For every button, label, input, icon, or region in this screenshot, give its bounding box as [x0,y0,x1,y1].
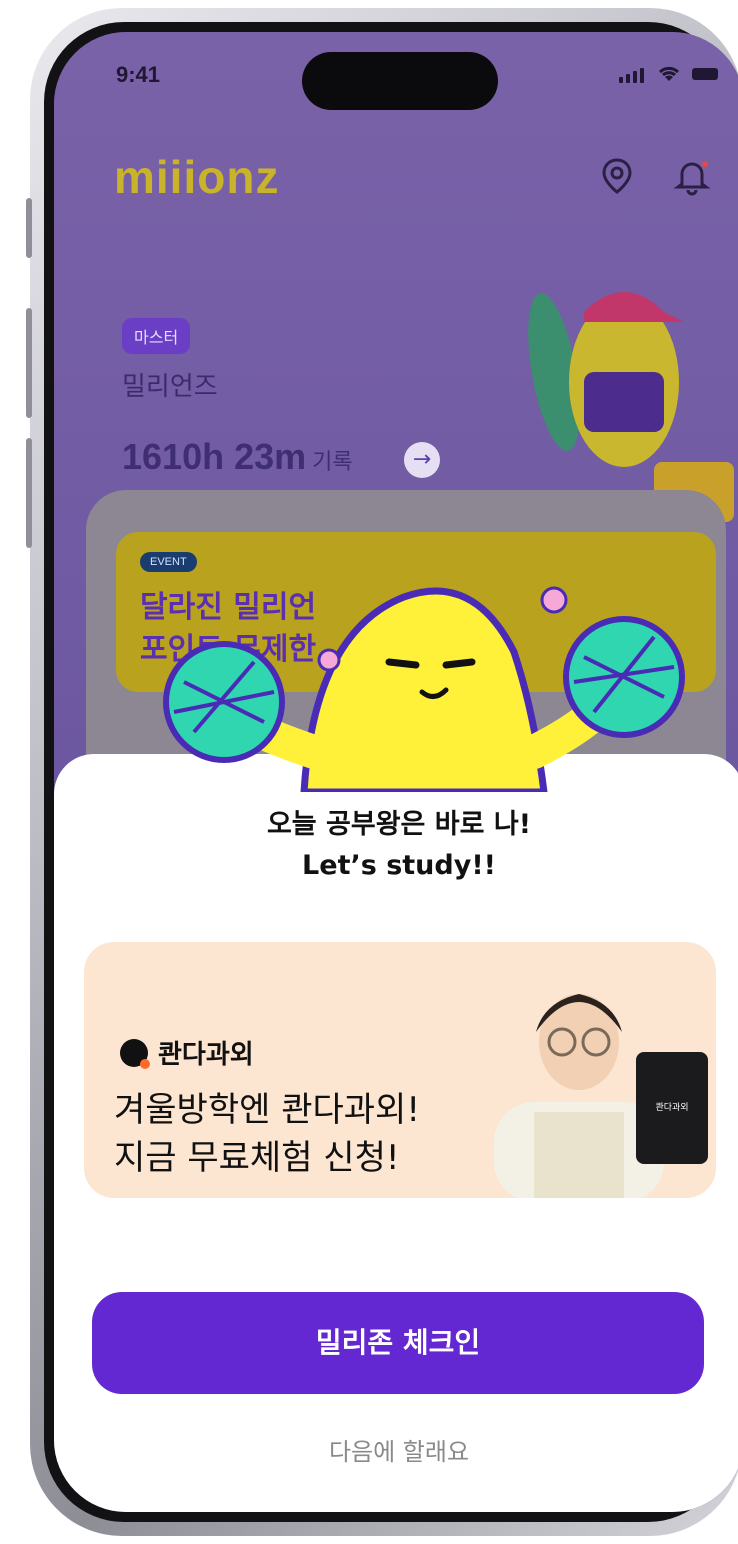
skater-mascot-illustration [528,292,734,522]
later-link[interactable]: 다음에 할래요 [54,1432,738,1467]
app-logo[interactable]: miiionz [114,150,279,204]
location-pin-icon[interactable] [597,156,637,196]
tablet-label: 콴다과외 [655,1101,688,1113]
ad-brand-name: 콴다과외 [158,1040,254,1070]
user-name: 밀리언즈 [122,372,218,402]
checkin-button[interactable]: 밀리존 체크인 [92,1292,704,1394]
rank-badge: 마스터 [122,318,191,354]
study-hours: 1610h 23m 기록 [122,436,353,478]
volume-down-button [26,438,32,548]
battery-icon [692,68,718,80]
right-pompom [563,616,685,738]
ad-banner[interactable]: 콴다과외 겨울방학엔 콴다과외! 지금 무료체험 신청! 콴다과외 [84,942,716,1198]
ad-headline-line2: 지금 무료체험 신청! [114,1138,400,1178]
popup-title-line1: 오늘 공부왕은 바로 나! [266,809,532,840]
signal-icon [619,68,644,83]
volume-up-button [26,308,32,418]
wifi-icon [658,66,680,81]
mute-switch [26,198,32,258]
popup-title-line2: Let’s study!! [302,850,496,881]
status-bar: 9:41 [54,32,738,122]
ad-headline-line1: 겨울방학엔 콴다과외! [114,1090,420,1130]
records-arrow-button[interactable]: → [404,442,440,478]
screen: 9:41 miiionz 마스터 밀리언즈 1610h 23m 기록 → EVE… [54,32,738,1512]
ad-person-with-tablet-image: 콴다과외 [494,994,708,1198]
left-pompom [163,641,285,763]
dynamic-island [302,52,498,110]
status-time: 9:41 [116,62,161,87]
bell-icon[interactable] [672,156,712,196]
cheering-mascot-illustration [163,586,685,792]
phone-frame: 9:41 miiionz 마스터 밀리언즈 1610h 23m 기록 → EVE… [26,8,738,1536]
study-hours-suffix: 기록 [312,449,353,474]
qanda-logo-icon [120,1038,150,1069]
study-hours-value: 1610h 23m [122,436,307,477]
ad-brand: 콴다과외 [120,1034,254,1071]
